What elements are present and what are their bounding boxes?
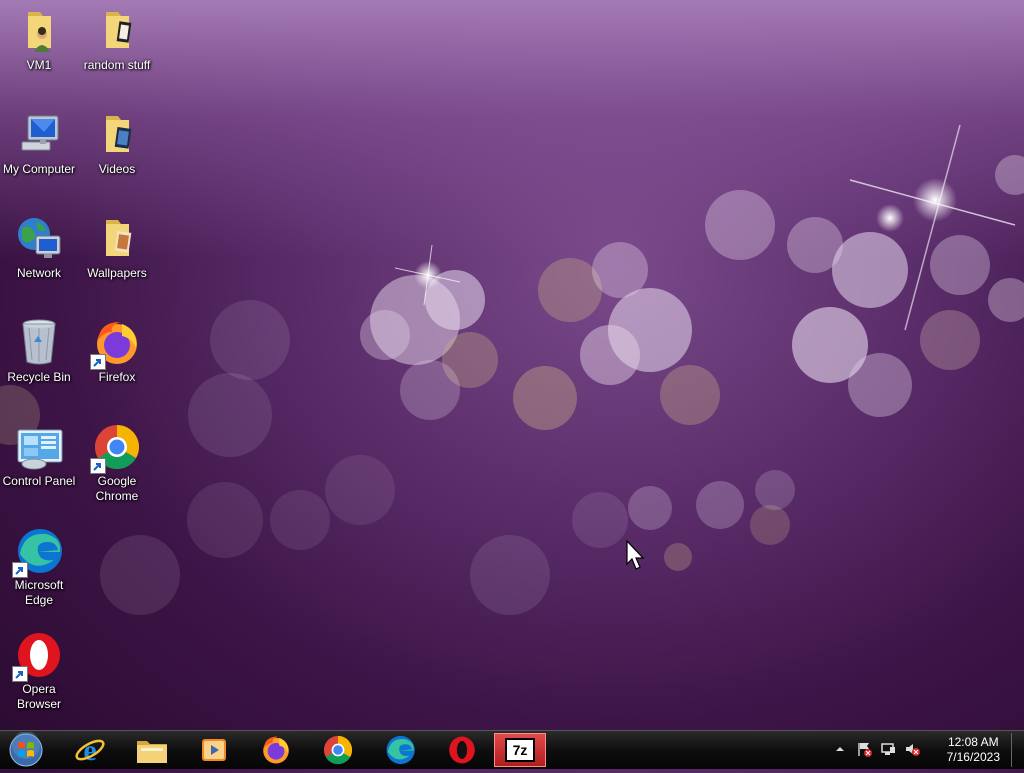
chrome-icon [323,735,353,765]
desktop-icon-my-computer[interactable]: My Computer [0,110,78,177]
clock[interactable]: 12:08 AM 7/16/2023 [947,735,1000,765]
desktop-icon-microsoft-edge[interactable]: Microsoft Edge [0,526,78,608]
folder-icon [92,214,142,264]
shortcut-arrow-icon [90,458,106,474]
firefox-icon [90,318,142,370]
desktop-icon-label: Firefox [98,370,136,384]
7zip-icon: 7z [505,738,535,762]
show-desktop-button[interactable] [1011,733,1022,767]
ie-icon: e [75,734,105,766]
firefox-icon [263,736,289,764]
desktop-icon-google-chrome[interactable]: Google Chrome [78,422,156,504]
desktop-icon-label: My Computer [2,162,76,176]
taskbar-item-7zip[interactable]: 7z [494,733,546,767]
taskbar-item-opera[interactable] [434,733,490,767]
control-panel-icon [14,422,64,472]
windows-logo-icon [9,731,43,767]
explorer-icon [137,741,167,763]
desktop-icon-label: VM1 [26,58,52,72]
volume-muted-icon[interactable] [904,741,920,757]
shortcut-arrow-icon [12,666,28,682]
desktop-icon-vm1[interactable]: VM1 [0,6,78,73]
mouse-cursor-icon [626,540,645,570]
clock-date: 7/16/2023 [946,750,1000,764]
taskbar-item-firefox[interactable] [248,733,304,767]
taskbar-item-internet-explorer[interactable]: e [62,733,118,767]
desktop-icon-label: Wallpapers [87,266,147,280]
opera-icon [449,736,475,764]
taskbar-item-microsoft-edge[interactable] [372,733,428,767]
media-player-icon [202,739,226,761]
taskbar: e 7z 12:08 AM 7/16/2023 [0,730,1024,769]
computer-icon [14,110,64,160]
desktop-icon-wallpapers[interactable]: Wallpapers [78,214,156,281]
chrome-icon [90,422,142,474]
start-button[interactable] [6,731,46,768]
desktop-icon-recycle-bin[interactable]: Recycle Bin [0,318,78,385]
shortcut-arrow-icon [12,562,28,578]
folder-icon [92,6,142,56]
svg-text:e: e [83,734,96,766]
desktop-icon-firefox[interactable]: Firefox [78,318,156,385]
system-tray: 12:08 AM 7/16/2023 [834,731,1024,769]
desktop-icon-network[interactable]: Network [0,214,78,281]
recycle-bin-icon [14,318,64,368]
opera-icon [12,630,64,682]
chevron-up-icon [836,747,844,751]
desktop-icon-label: Recycle Bin [7,370,71,384]
edge-icon [12,526,64,578]
taskbar-item-file-explorer[interactable] [124,733,180,767]
desktop-icon-label: Control Panel [2,474,76,488]
taskbar-item-media-player[interactable] [186,733,242,767]
user-folder-icon [14,6,64,56]
desktop-icon-label: Google Chrome [95,474,139,503]
network-icon [14,214,64,264]
desktop-icon-videos[interactable]: Videos [78,110,156,177]
clock-time: 12:08 AM [947,735,999,749]
folder-icon [92,110,142,160]
desktop[interactable]: VM1 My Computer Network Recycle Bin Cont… [0,0,1024,730]
7zip-icon-text: 7z [512,742,528,758]
desktop-icon-label: Microsoft Edge [14,578,64,607]
show-hidden-icons-button[interactable] [834,741,846,757]
desktop-icon-opera-browser[interactable]: Opera Browser [0,630,78,712]
desktop-icon-label: Videos [98,162,136,176]
edge-icon [386,735,415,765]
desktop-icon-label: Opera Browser [16,682,61,711]
desktop-icon-random-stuff[interactable]: random stuff [78,6,156,73]
taskbar-item-google-chrome[interactable] [310,733,366,767]
desktop-icon-label: random stuff [83,58,151,72]
action-center-flag-icon[interactable] [856,741,872,757]
desktop-icon-label: Network [16,266,61,280]
shortcut-arrow-icon [90,354,106,370]
desktop-icon-control-panel[interactable]: Control Panel [0,422,78,489]
network-status-icon[interactable] [880,741,896,757]
